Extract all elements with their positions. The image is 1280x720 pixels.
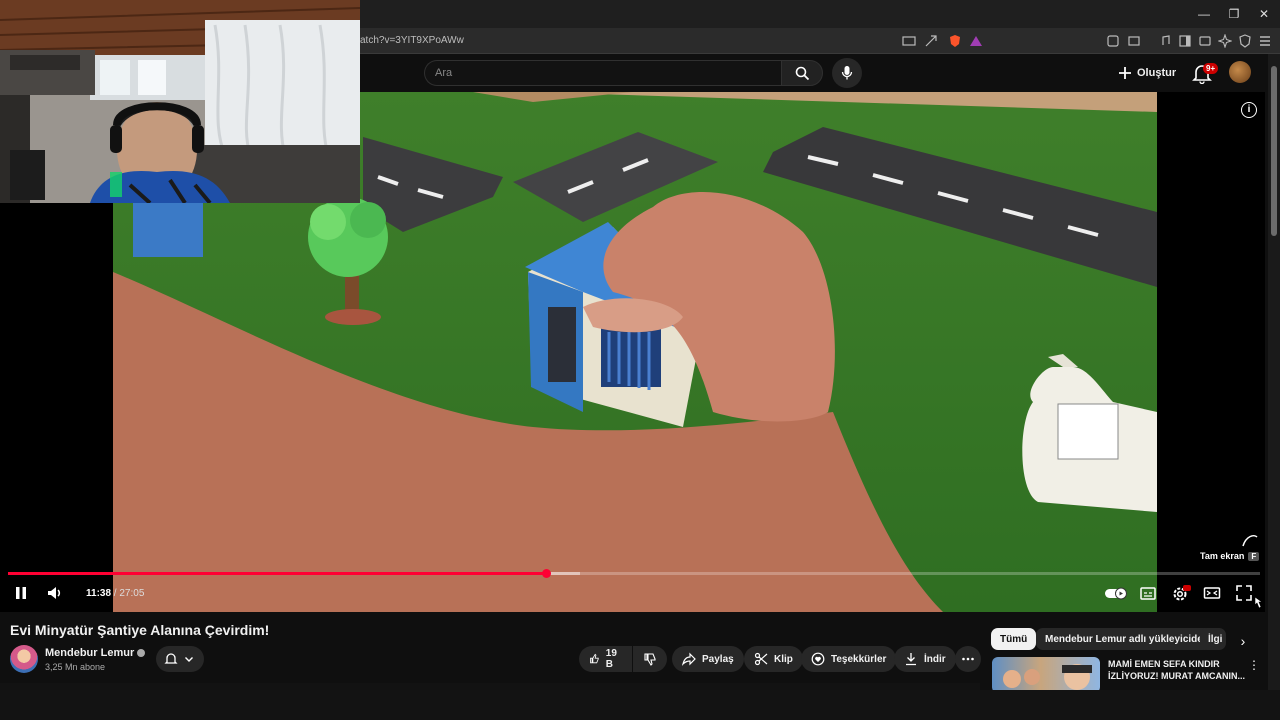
chevron-right-icon[interactable]: ›: [1234, 632, 1252, 650]
thumbs-up-icon: [590, 653, 599, 664]
subtitles-icon[interactable]: [1139, 584, 1157, 602]
search-icon: [795, 66, 810, 81]
autoplay-toggle-icon[interactable]: [1104, 584, 1128, 602]
pause-icon[interactable]: [13, 584, 29, 602]
webcam-overlay: [0, 0, 360, 203]
thanks-heart-icon: [811, 652, 825, 666]
chip-from-uploader[interactable]: Mendebur Lemur adlı yükleyiciden: [1036, 628, 1218, 650]
fullscreen-tooltip: Tam ekran F: [1200, 551, 1260, 561]
current-time: 11:38: [86, 588, 112, 599]
screenshot-icon[interactable]: [1127, 34, 1141, 48]
vpn-shield-icon[interactable]: [1238, 34, 1252, 48]
search-input[interactable]: Ara: [424, 60, 782, 86]
fullscreen-icon[interactable]: [1235, 584, 1253, 602]
brave-rewards-icon[interactable]: [969, 34, 983, 48]
create-label: Oluştur: [1137, 67, 1177, 79]
brave-shield-icon[interactable]: [948, 34, 962, 48]
leo-ai-icon[interactable]: [1218, 34, 1232, 48]
channel-name-row[interactable]: Mendebur Lemur: [45, 647, 146, 659]
clip-label: Klip: [774, 653, 793, 665]
search-button[interactable]: [781, 60, 823, 86]
like-count: 19 B: [605, 648, 617, 670]
share-page-icon[interactable]: [924, 34, 938, 48]
clip-button[interactable]: Klip: [744, 646, 803, 672]
search-placeholder: Ara: [435, 67, 453, 79]
subscriber-count: 3,25 Mn abone: [45, 662, 106, 672]
menu-icon[interactable]: [1258, 34, 1272, 48]
music-icon[interactable]: [1158, 34, 1172, 48]
gear-icon[interactable]: [1171, 584, 1191, 602]
share-icon: [682, 652, 696, 666]
voice-search-button[interactable]: [832, 58, 862, 88]
bell-icon: [164, 653, 178, 664]
restore-icon[interactable]: ❐: [1220, 4, 1248, 24]
chevron-down-icon: [185, 657, 193, 662]
more-actions-button[interactable]: [955, 646, 981, 672]
thumbnail-image: [1003, 664, 1092, 690]
thumbs-down-icon: [644, 653, 656, 666]
thanks-button[interactable]: Teşekkürler: [801, 646, 897, 672]
chip-related[interactable]: İlgi: [1200, 628, 1226, 650]
verified-icon: [137, 649, 146, 657]
subscribed-notifications-button[interactable]: [156, 646, 204, 672]
lower-page-strip: [0, 690, 1280, 720]
chip-all[interactable]: Tümü: [991, 628, 1037, 650]
played-bar: [8, 572, 546, 575]
channel-avatar[interactable]: [10, 645, 38, 673]
create-button[interactable]: Oluştur: [1118, 61, 1176, 85]
more-vertical-icon[interactable]: ⋮: [1248, 658, 1260, 672]
recommendation-title[interactable]: MAMİ EMEN SEFA KINDIR İZLİYORUZ! MURAT A…: [1108, 658, 1248, 682]
download-icon: [906, 653, 916, 666]
info-icon[interactable]: i: [1241, 102, 1257, 118]
url-text[interactable]: atch?v=3YIT9XPoAWw: [360, 35, 464, 46]
scrubber-handle[interactable]: [541, 569, 551, 578]
duration: 27:05: [119, 588, 145, 599]
page-scrollbar[interactable]: [1268, 54, 1280, 690]
scissors-icon: [754, 652, 768, 666]
theater-mode-icon[interactable]: [1203, 584, 1221, 602]
mouse-cursor-icon: [1254, 596, 1263, 609]
progress-bar[interactable]: [8, 569, 1260, 578]
account-avatar[interactable]: [1229, 61, 1251, 83]
dislike-button[interactable]: [633, 646, 667, 672]
close-icon[interactable]: ✕: [1250, 4, 1278, 24]
plus-icon: [1119, 67, 1131, 79]
cast-icon[interactable]: [902, 34, 916, 48]
cursor-trail-icon: [1242, 534, 1258, 547]
thanks-label: Teşekkürler: [831, 653, 887, 665]
channel-name[interactable]: Mendebur Lemur: [45, 647, 134, 659]
download-label: İndir: [924, 653, 946, 665]
video-title: Evi Minyatür Şantiye Alanına Çevirdim!: [10, 622, 270, 638]
webcam-feed-image: [0, 0, 360, 203]
microphone-icon: [841, 66, 853, 80]
share-button[interactable]: Paylaş: [672, 646, 744, 672]
like-button[interactable]: 19 B: [579, 646, 632, 672]
recommendation-thumbnail[interactable]: [992, 657, 1100, 693]
tooltip-label: Tam ekran: [1200, 551, 1245, 561]
notification-badge: 9+: [1203, 63, 1219, 74]
more-horizontal-icon: [962, 657, 974, 661]
extensions-icon[interactable]: [1106, 34, 1120, 48]
minimize-icon[interactable]: —: [1190, 4, 1218, 24]
wallet-icon[interactable]: [1198, 34, 1212, 48]
time-display: 11:38 / 27:05: [86, 588, 144, 599]
volume-icon[interactable]: [46, 584, 64, 602]
download-button[interactable]: İndir: [894, 646, 956, 672]
share-label: Paylaş: [702, 653, 734, 665]
sidebar-icon[interactable]: [1178, 34, 1192, 48]
tooltip-key: F: [1248, 551, 1260, 561]
scrollbar-thumb[interactable]: [1271, 66, 1277, 236]
